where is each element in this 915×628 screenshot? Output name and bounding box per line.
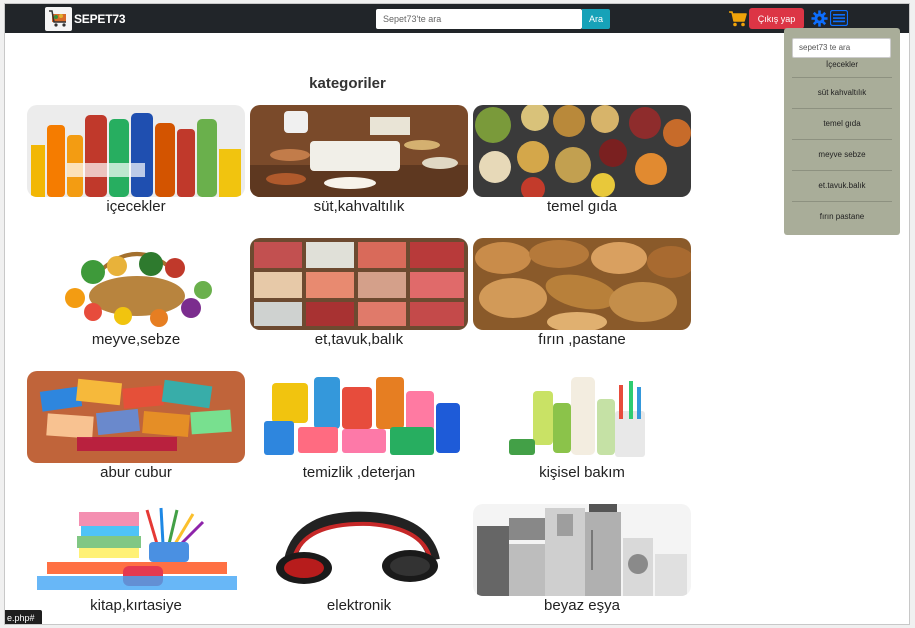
dropdown-menu: İçecekler süt kahvaltılık temel gıda mey… xyxy=(784,28,900,235)
category-label: beyaz eşya xyxy=(544,597,620,614)
cart-icon[interactable] xyxy=(729,11,747,27)
appliances-image xyxy=(473,504,691,596)
dropdown-item-firin-pastane[interactable]: fırın pastane xyxy=(792,202,892,233)
category-card-icecekler[interactable]: içecekler xyxy=(27,105,245,215)
category-card-temel-gida[interactable]: temel gıda xyxy=(473,105,691,215)
category-label: fırın ,pastane xyxy=(538,331,626,348)
category-label: süt,kahvaltılık xyxy=(313,198,405,215)
category-card-kisisel-bakim[interactable]: kişisel bakım xyxy=(473,371,691,481)
dropdown-item-icecekler[interactable]: İçecekler xyxy=(792,58,892,78)
category-label: kişisel bakım xyxy=(539,464,625,481)
brand[interactable]: SEPET73 xyxy=(45,7,125,31)
category-card-sut-kahvaltilik[interactable]: süt,kahvaltılık xyxy=(250,105,468,215)
stationery-image xyxy=(27,504,245,596)
category-card-meyve-sebze[interactable]: meyve,sebze xyxy=(27,238,245,348)
category-label: abur cubur xyxy=(100,464,172,481)
category-label: temizlik ,deterjan xyxy=(302,464,416,481)
category-card-temizlik-deterjan[interactable]: temizlik ,deterjan xyxy=(250,371,468,481)
category-card-elektronik[interactable]: elektronik xyxy=(250,504,468,614)
brand-name: SEPET73 xyxy=(74,12,126,26)
gear-icon[interactable] xyxy=(811,10,828,27)
category-label: içecekler xyxy=(106,198,166,215)
logout-button[interactable]: Çıkış yap xyxy=(749,8,804,29)
fruit-basket-image xyxy=(27,238,245,330)
category-label: elektronik xyxy=(326,597,392,614)
personal-care-image xyxy=(473,371,691,463)
page-title: kategoriler xyxy=(309,75,386,92)
category-card-firin-pastane[interactable]: fırın ,pastane xyxy=(473,238,691,348)
dropdown-item-et-tavuk-balik[interactable]: et.tavuk.balık xyxy=(792,171,892,202)
browser-viewport: SEPET73 Ara Çıkış yap xyxy=(4,3,910,625)
dropdown-item-meyve-sebze[interactable]: meyve sebze xyxy=(792,140,892,171)
shopping-cart-logo-icon xyxy=(45,7,72,31)
category-label: meyve,sebze xyxy=(91,331,181,348)
navbar: SEPET73 Ara Çıkış yap xyxy=(5,4,909,33)
status-bar-url: e.php# xyxy=(5,610,42,624)
snacks-image xyxy=(27,371,245,463)
category-label: kitap,kırtasiye xyxy=(90,597,182,614)
grains-spices-image xyxy=(473,105,691,197)
category-card-beyaz-esya[interactable]: beyaz eşya xyxy=(473,504,691,614)
dropdown-item-sut-kahvaltilik[interactable]: süt kahvaltılık xyxy=(792,78,892,109)
search-button[interactable]: Ara xyxy=(582,9,610,29)
dropdown-category-list: İçecekler süt kahvaltılık temel gıda mey… xyxy=(792,58,892,233)
breakfast-image xyxy=(250,105,468,197)
category-card-et-tavuk-balik[interactable]: et,tavuk,balık xyxy=(250,238,468,348)
menu-icon[interactable] xyxy=(830,10,848,26)
search-input[interactable] xyxy=(376,9,582,29)
dropdown-search-input[interactable] xyxy=(792,37,891,58)
category-label: et,tavuk,balık xyxy=(314,331,404,348)
drinks-image xyxy=(27,105,245,197)
category-label: temel gıda xyxy=(546,198,618,215)
category-card-kitap-kirtasiye[interactable]: kitap,kırtasiye xyxy=(27,504,245,614)
bread-image xyxy=(473,238,691,330)
dropdown-item-temel-gida[interactable]: temel gıda xyxy=(792,109,892,140)
category-card-abur-cubur[interactable]: abur cubur xyxy=(27,371,245,481)
headphones-image xyxy=(250,504,468,596)
meat-fish-image xyxy=(250,238,468,330)
detergents-image xyxy=(250,371,468,463)
